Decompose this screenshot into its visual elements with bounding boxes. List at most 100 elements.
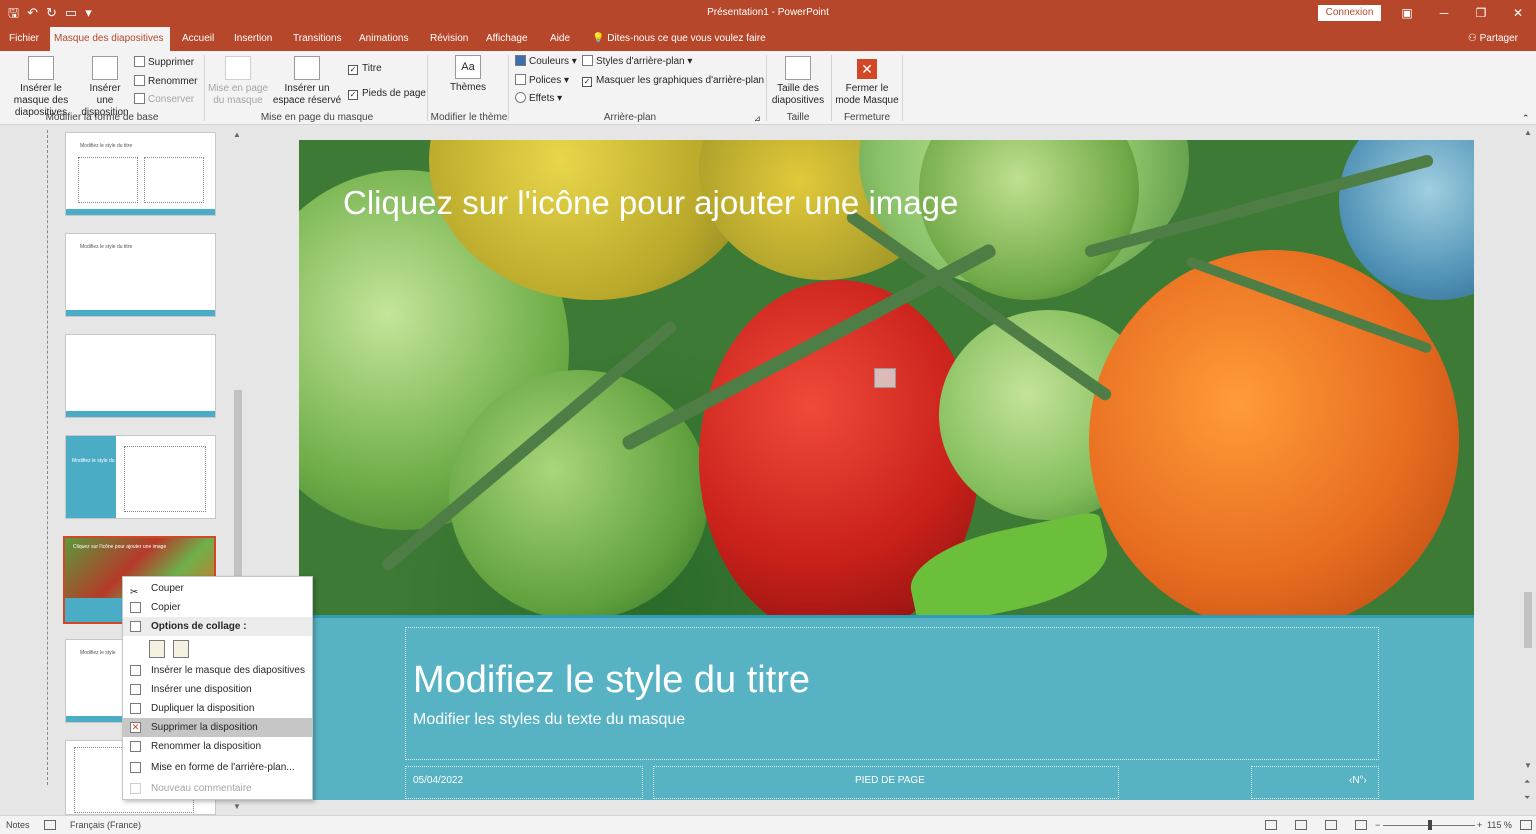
image-placeholder-caption[interactable]: Cliquez sur l'icône pour ajouter une ima… <box>343 184 958 222</box>
zoom-level[interactable]: 115 % <box>1487 816 1512 834</box>
group-separator <box>508 55 509 121</box>
next-slide-icon[interactable]: ⏷ <box>1524 793 1530 803</box>
colors-label: Couleurs <box>529 56 570 67</box>
themes-button[interactable]: Aa Thèmes <box>445 55 491 94</box>
zoom-in-icon[interactable]: + <box>1477 816 1482 834</box>
normal-view-icon[interactable] <box>1265 820 1277 830</box>
close-master-view-button[interactable]: ✕ Fermer le mode Masque <box>834 59 900 107</box>
insert-master-button[interactable]: Insérer le masque des diapositives <box>3 56 79 119</box>
menu-item-duplicate-layout[interactable]: Dupliquer la disposition <box>123 699 312 718</box>
scroll-up-icon[interactable]: ▲ <box>1524 128 1532 137</box>
delete-icon: ✕ <box>130 722 141 733</box>
slide-title[interactable]: Modifiez le style du titre <box>413 659 810 702</box>
share-button[interactable]: ⚇ Partager <box>1468 27 1518 51</box>
ribbon-display-icon[interactable]: ▣ <box>1392 3 1422 23</box>
reading-view-icon[interactable] <box>1325 820 1337 830</box>
ribbon: Insérer le masque des diapositives Insér… <box>0 51 1536 125</box>
delete-label: Supprimer <box>148 57 195 68</box>
notes-button[interactable]: Notes <box>6 816 30 834</box>
insert-master-icon <box>28 56 54 80</box>
tell-me-search[interactable]: 💡 Dites-nous ce que vous voulez faire <box>588 27 770 51</box>
title-checkbox[interactable]: ✓ Titre <box>348 62 382 76</box>
minimize-icon[interactable]: ─ <box>1429 3 1459 23</box>
scrollbar-thumb[interactable] <box>234 390 242 590</box>
paste-picture-icon[interactable] <box>173 640 189 658</box>
document-title: Présentation1 - PowerPoint <box>707 7 829 18</box>
menu-item-insert-layout[interactable]: Insérer une disposition <box>123 680 312 699</box>
language-indicator[interactable]: Français (France) <box>70 816 141 834</box>
menu-item-cut[interactable]: ✂ Couper <box>123 579 312 598</box>
slideshow-icon[interactable] <box>1355 820 1367 830</box>
accessibility-icon[interactable] <box>44 820 56 830</box>
slide-sorter-icon[interactable] <box>1295 820 1307 830</box>
scroll-down-icon[interactable]: ▼ <box>233 802 241 811</box>
menu-item-insert-master[interactable]: Insérer le masque des diapositives <box>123 661 312 680</box>
menu-item-label: Copier <box>151 602 181 613</box>
slide-scrollbar[interactable]: ▲ ▼ ⏶ ⏷ <box>1520 125 1536 815</box>
sign-in-button[interactable]: Connexion <box>1318 5 1381 21</box>
rename-label: Renommer <box>148 76 198 87</box>
tab-transitions[interactable]: Transitions <box>289 27 346 51</box>
group-label-theme: Modifier le thème <box>430 112 508 123</box>
lightbulb-icon: 💡 <box>592 33 605 44</box>
menu-item-format-background[interactable]: Mise en forme de l'arrière-plan... <box>123 758 312 777</box>
tab-affichage[interactable]: Affichage <box>482 27 532 51</box>
scroll-down-icon[interactable]: ▼ <box>1524 761 1532 770</box>
picture-placeholder-icon[interactable] <box>874 368 896 388</box>
fit-to-window-icon[interactable] <box>1520 820 1532 830</box>
tab-fichier[interactable]: Fichier <box>5 27 43 51</box>
placeholder-box <box>78 157 138 203</box>
share-label: Partager <box>1479 33 1518 44</box>
layout-thumbnail[interactable]: Modifiez le style du titre <box>65 435 216 519</box>
dialog-launcher-icon[interactable]: ⊿ <box>754 112 761 126</box>
menu-item-copy[interactable]: Copier <box>123 598 312 617</box>
fonts-button[interactable]: Polices ▾ <box>515 74 569 88</box>
thumbnail-title: Modifiez le style du titre <box>80 143 133 149</box>
effects-button[interactable]: Effets ▾ <box>515 92 562 106</box>
slide-canvas[interactable]: Cliquez sur l'icône pour ajouter une ima… <box>299 140 1474 800</box>
tomato-photo[interactable]: Cliquez sur l'icône pour ajouter une ima… <box>299 140 1474 615</box>
paste-keep-source-icon[interactable] <box>149 640 165 658</box>
slide-size-button[interactable]: Taille des diapositives <box>768 56 828 107</box>
bg-styles-button[interactable]: Styles d'arrière-plan ▾ <box>582 55 692 69</box>
group-label-master-layout: Mise en page du masque <box>260 112 374 123</box>
footers-checkbox[interactable]: ✓ Pieds de page <box>348 87 426 101</box>
rename-button[interactable]: Renommer <box>134 75 197 89</box>
insert-layout-button[interactable]: Insérer une disposition <box>80 56 130 119</box>
zoom-out-icon[interactable]: − <box>1375 816 1380 834</box>
close-icon[interactable]: ✕ <box>1503 3 1533 23</box>
tab-animations[interactable]: Animations <box>355 27 412 51</box>
tab-insertion[interactable]: Insertion <box>230 27 276 51</box>
menu-item-delete-layout[interactable]: ✕ Supprimer la disposition <box>123 718 312 737</box>
tab-aide[interactable]: Aide <box>546 27 574 51</box>
preserve-label: Conserver <box>148 94 195 105</box>
delete-button[interactable]: Supprimer <box>134 56 194 70</box>
tab-accueil[interactable]: Accueil <box>178 27 218 51</box>
menu-item-new-comment[interactable]: Nouveau commentaire <box>123 779 312 798</box>
hide-bg-graphics-checkbox[interactable]: ✓ Masquer les graphiques d'arrière-plan <box>582 74 764 88</box>
delete-icon <box>134 56 145 67</box>
tab-revision[interactable]: Révision <box>426 27 472 51</box>
duplicate-icon <box>130 703 141 714</box>
tab-masque-diapositives[interactable]: Masque des diapositives <box>50 27 170 51</box>
menu-item-rename-layout[interactable]: Renommer la disposition <box>123 737 312 756</box>
previous-slide-icon[interactable]: ⏶ <box>1524 777 1530 787</box>
master-layout-button[interactable]: Mise en page du masque <box>207 56 269 107</box>
preserve-button[interactable]: Conserver <box>134 93 194 107</box>
preserve-icon <box>134 93 145 104</box>
collapse-ribbon-icon[interactable]: ⌃ <box>1522 111 1530 125</box>
layout-thumbnail[interactable] <box>65 334 216 418</box>
scroll-up-icon[interactable]: ▲ <box>233 130 241 139</box>
maximize-icon[interactable]: ❐ <box>1466 3 1496 23</box>
slide-subtitle[interactable]: Modifier les styles du texte du masque <box>413 711 685 729</box>
zoom-slider-knob[interactable] <box>1428 820 1432 830</box>
group-separator <box>831 55 832 121</box>
scrollbar-thumb[interactable] <box>1524 592 1532 648</box>
menu-item-label: Nouveau commentaire <box>151 783 252 794</box>
layout-thumbnail[interactable]: Modifiez le style du titre <box>65 233 216 317</box>
layout-thumbnail[interactable]: Modifiez le style du titre <box>65 132 216 216</box>
insert-placeholder-button[interactable]: Insérer un espace réservé <box>268 56 346 107</box>
slide-size-icon <box>785 56 811 80</box>
menu-item-label: Options de collage : <box>151 621 247 632</box>
colors-button[interactable]: Couleurs ▾ <box>515 55 577 69</box>
